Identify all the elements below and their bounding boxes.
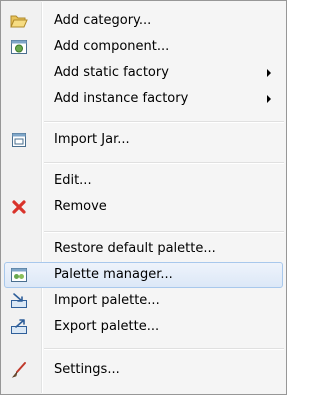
menu-item-label: Restore default palette...	[54, 241, 216, 256]
menu-item-label: Remove	[54, 199, 107, 214]
folder-open-icon	[10, 12, 28, 30]
menu-item-add-component[interactable]: Add component...	[4, 34, 283, 60]
menu-item-palette-manager[interactable]: Palette manager...	[4, 262, 283, 288]
import-icon	[10, 292, 28, 310]
menu-item-edit[interactable]: Edit...	[4, 168, 283, 194]
menu-item-label: Import palette...	[54, 293, 160, 308]
submenu-arrow-icon	[267, 95, 271, 103]
component-icon	[10, 38, 28, 56]
palette-manager-icon	[10, 266, 28, 284]
menu-item-import-palette[interactable]: Import palette...	[4, 288, 283, 314]
menu-item-import-jar[interactable]: Import Jar...	[4, 127, 283, 153]
menu-item-label: Palette manager...	[54, 267, 173, 282]
menu-item-label: Add static factory	[54, 65, 169, 80]
menu-separator	[44, 231, 284, 232]
menu-item-label: Import Jar...	[54, 132, 130, 147]
menu-separator	[44, 162, 284, 163]
remove-icon	[10, 198, 28, 216]
jar-icon	[10, 131, 28, 149]
export-icon	[10, 318, 28, 336]
menu-item-label: Settings...	[54, 362, 120, 377]
menu-separator	[44, 121, 284, 122]
submenu-arrow-icon	[267, 69, 271, 77]
menu-item-restore-default-palette[interactable]: Restore default palette...	[4, 236, 283, 262]
settings-brush-icon	[10, 361, 28, 379]
menu-item-label: Edit...	[54, 173, 92, 188]
context-menu: Add category... Add component... Add sta…	[0, 0, 287, 395]
menu-separator	[44, 348, 284, 349]
menu-item-label: Add component...	[54, 39, 170, 54]
menu-item-add-category[interactable]: Add category...	[4, 8, 283, 34]
menu-item-add-static-factory[interactable]: Add static factory	[4, 60, 283, 86]
menu-item-remove[interactable]: Remove	[4, 194, 283, 220]
menu-item-label: Add instance factory	[54, 91, 189, 106]
menu-item-settings[interactable]: Settings...	[4, 357, 283, 383]
menu-item-export-palette[interactable]: Export palette...	[4, 314, 283, 340]
menu-item-label: Add category...	[54, 13, 152, 28]
menu-item-label: Export palette...	[54, 319, 160, 334]
menu-item-add-instance-factory[interactable]: Add instance factory	[4, 86, 283, 112]
